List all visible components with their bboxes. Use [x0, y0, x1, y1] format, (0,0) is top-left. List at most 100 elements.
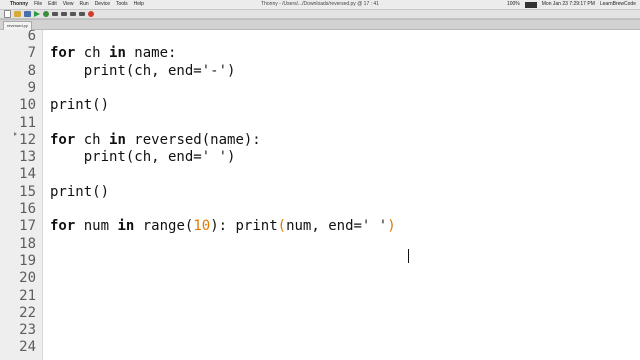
keyword-token: in: [117, 218, 135, 235]
code-token: num, end=: [286, 218, 362, 235]
keyword-token: in: [109, 45, 126, 62]
code-line[interactable]: 24: [0, 339, 640, 356]
code-token: name:: [125, 45, 177, 62]
line-number: 23: [19, 322, 36, 339]
code-line[interactable]: 8 print(ch, end='-'): [0, 63, 640, 80]
keyword-token: for: [50, 218, 76, 235]
line-number: 24: [19, 339, 36, 356]
line-number: 11: [19, 114, 36, 131]
keyword-token: in: [109, 131, 126, 148]
battery-percent: 100%: [506, 1, 520, 7]
code-line[interactable]: 6: [0, 30, 640, 45]
code-text[interactable]: for ch in name:: [50, 45, 176, 62]
line-number: 17: [19, 218, 36, 235]
keyword-token: for: [50, 131, 76, 148]
code-token: ch: [75, 131, 110, 148]
menu-edit[interactable]: Edit: [48, 0, 57, 9]
string-token: ' ': [361, 218, 388, 235]
step-over-icon[interactable]: [52, 12, 58, 16]
code-line[interactable]: 10 print(): [0, 97, 640, 114]
code-text[interactable]: print(ch, end='-'): [50, 62, 236, 80]
code-token: print(ch, end=: [50, 62, 202, 79]
code-token: range(: [134, 218, 194, 235]
code-line[interactable]: 7 for ch in name:: [0, 45, 640, 62]
code-line[interactable]: 20: [0, 270, 640, 287]
keyword-token: for: [50, 45, 76, 62]
debug-icon[interactable]: [43, 11, 49, 17]
code-line[interactable]: 12 for ch in reversed(name):: [0, 132, 640, 149]
code-token: ): print: [210, 218, 278, 235]
string-token: ' ': [201, 149, 228, 166]
battery-icon[interactable]: [524, 1, 537, 8]
resume-icon[interactable]: [79, 12, 85, 16]
line-number: 6: [27, 30, 36, 44]
step-into-icon[interactable]: [61, 12, 67, 16]
code-text[interactable]: print(): [50, 97, 109, 114]
code-line[interactable]: 9: [0, 80, 640, 97]
code-token: ch: [75, 45, 110, 62]
menu-file[interactable]: File: [34, 0, 42, 9]
code-token: num: [75, 218, 118, 235]
line-number: 21: [19, 287, 36, 304]
line-number: 10: [19, 97, 36, 114]
code-editor[interactable]: 6 7 for ch in name: 8 print(ch, end='-') 9 10…: [0, 30, 640, 360]
line-number: 19: [19, 252, 36, 269]
menu-bar-left: Thonny File Edit View Run Device Tools H…: [4, 0, 144, 9]
breakpoint-marker-icon: [14, 132, 17, 136]
menu-device[interactable]: Device: [95, 0, 110, 9]
code-line[interactable]: 14: [0, 166, 640, 183]
code-text[interactable]: print(): [50, 184, 109, 201]
code-line[interactable]: 13 print(ch, end=' '): [0, 149, 640, 166]
save-icon[interactable]: [24, 11, 31, 17]
line-number: 15: [19, 183, 36, 200]
code-text[interactable]: for ch in reversed(name):: [50, 132, 261, 149]
run-icon[interactable]: [34, 11, 40, 17]
new-file-icon[interactable]: [4, 10, 11, 18]
status-area: 100% Mon Jan 23 7:29:17 PM LearnBrewCode: [507, 0, 636, 9]
menu-bar: Thonny File Edit View Run Device Tools H…: [0, 0, 640, 10]
code-line[interactable]: 18: [0, 236, 640, 253]
stop-icon[interactable]: [88, 11, 94, 17]
line-number: 12: [19, 131, 36, 148]
code-token: print(): [50, 97, 110, 114]
code-line[interactable]: 17 for num in range(10): print(num, end='…: [0, 218, 640, 235]
line-number: 16: [19, 201, 36, 217]
code-token: ): [227, 62, 236, 79]
code-line[interactable]: 11: [0, 115, 640, 132]
tab-strip: reversed.py: [0, 20, 640, 30]
code-text[interactable]: print(ch, end=' '): [50, 149, 236, 166]
menu-help[interactable]: Help: [134, 0, 144, 9]
paren-token: (: [277, 218, 287, 235]
app-menu[interactable]: Thonny: [10, 0, 28, 9]
toolbar: [0, 10, 640, 19]
code-line[interactable]: 15 print(): [0, 184, 640, 201]
code-token: print(): [50, 183, 110, 200]
line-number: 14: [19, 166, 36, 183]
line-number: 13: [19, 149, 36, 166]
user-name[interactable]: LearnBrewCode: [600, 0, 636, 9]
editor-tab[interactable]: reversed.py: [3, 21, 32, 30]
step-out-icon[interactable]: [70, 12, 76, 16]
menu-run[interactable]: Run: [80, 0, 89, 9]
code-line[interactable]: 16: [0, 201, 640, 218]
line-number: 20: [19, 270, 36, 287]
code-line[interactable]: 21: [0, 288, 640, 305]
clock[interactable]: Mon Jan 23 7:29:17 PM: [542, 0, 595, 9]
line-number: 9: [27, 79, 36, 96]
string-token: '-': [201, 62, 228, 79]
open-folder-icon[interactable]: [14, 11, 21, 17]
code-token: reversed(name):: [125, 131, 261, 148]
code-text[interactable]: for num in range(10): print(num, end=' '…: [50, 218, 396, 235]
number-token: 10: [193, 218, 211, 235]
code-token: ): [227, 149, 236, 166]
line-number: 22: [19, 304, 36, 321]
code-line[interactable]: 19: [0, 253, 640, 270]
code-line[interactable]: 22: [0, 305, 640, 322]
menu-tools[interactable]: Tools: [116, 0, 128, 9]
text-cursor: [408, 249, 409, 263]
menu-view[interactable]: View: [63, 0, 74, 9]
line-number: 18: [19, 235, 36, 252]
line-number: 8: [27, 62, 36, 79]
code-line[interactable]: 23: [0, 322, 640, 339]
line-number: 7: [27, 45, 36, 62]
